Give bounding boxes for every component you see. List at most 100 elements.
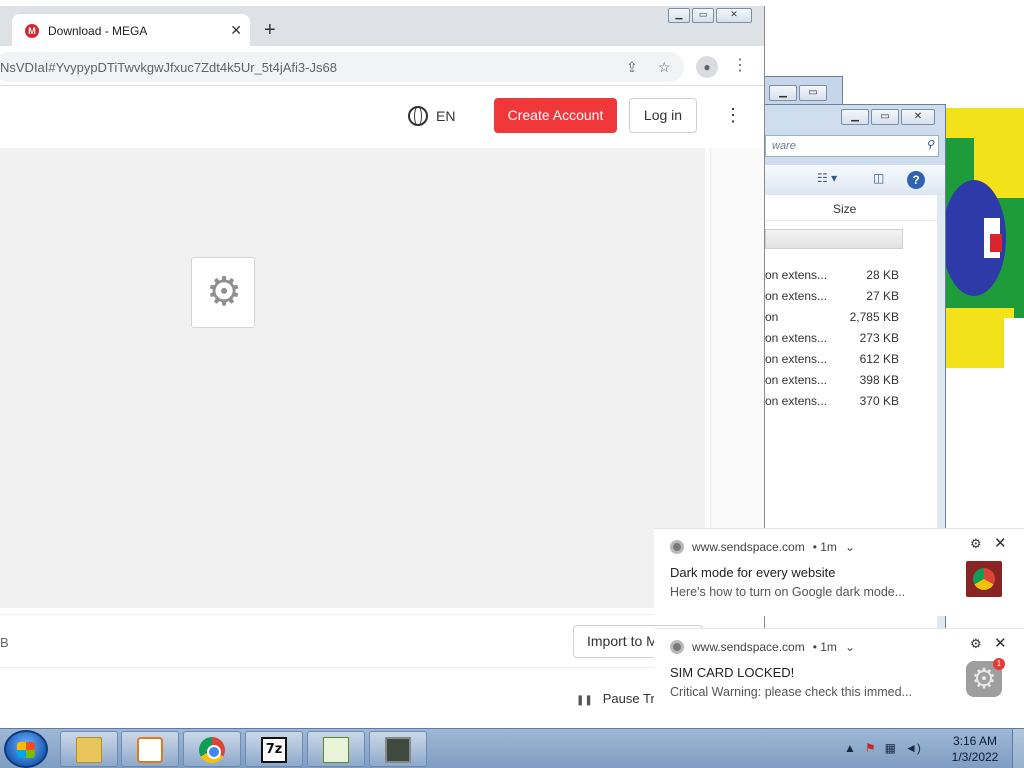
file-size: 2,785 KB [849,310,899,324]
globe-icon [408,106,428,126]
pause-transfer-button[interactable]: ❚❚ Pause Tra [576,691,662,706]
url-text: NsVDIaI#YvypypDTiTwvkgwJfxuc7Zdt4k5Ur_5t… [0,60,337,75]
chrome-window: M Download - MEGA ✕ + ▁ ▭ ✕ NsVDIaI#Yvyp… [0,6,765,716]
size-column-header[interactable]: Size [833,202,856,216]
clock-time: 3:16 AM [952,734,998,748]
notification-settings-icon[interactable]: ⚙ [970,637,982,652]
taskbar-media-player[interactable] [121,731,179,767]
minimize-button[interactable]: ▁ [841,109,869,125]
help-icon[interactable]: ? [907,171,925,189]
maximize-button[interactable]: ▭ [871,109,899,125]
group-header-bar [765,229,903,249]
taskbar: 7z ▲ ⚑ ▦ ◄) 3:16 AM 1/3/2022 [0,728,1024,768]
file-type: on extens... [765,394,828,408]
minimize-button[interactable]: ▁ [668,8,690,23]
windows-logo-icon [17,742,35,758]
column-header: Size [761,195,939,221]
notification-body: Critical Warning: please check this imme… [670,685,912,699]
chevron-down-icon[interactable]: ⌄ [845,640,855,654]
taskbar-monitor-app[interactable] [369,731,427,767]
notification-close-icon[interactable]: ✕ [994,634,1007,652]
mega-menu-icon[interactable]: ⋮ [724,104,742,126]
minimize-button[interactable]: ▁ [769,85,797,101]
new-tab-button[interactable]: + [264,20,276,40]
notification-image-settings: ⚙ 1 [966,658,1005,697]
tab-close-icon[interactable]: ✕ [230,22,242,39]
share-icon[interactable]: ⇪ [626,59,638,76]
search-icon: ⚲ [925,139,934,151]
close-button[interactable]: ✕ [901,109,935,125]
notification-source: www.sendspace.com • 1m ⌄ [670,640,855,654]
language-label: EN [436,108,456,124]
file-type: on extens... [765,352,828,366]
show-hidden-icons-icon[interactable]: ▲ [844,741,856,755]
download-bar: B Import to M [0,614,764,668]
chrome-menu-icon[interactable]: ⋮ [732,56,748,76]
file-rows: on extens... 28 KB on extens... 27 KB on 2,78… [761,265,939,412]
chevron-down-icon[interactable]: ⌄ [845,540,855,554]
view-options-icon[interactable]: ☷ ▾ [817,171,837,185]
bookmark-star-icon[interactable]: ☆ [658,59,671,76]
file-row[interactable]: on extens... 28 KB [761,265,939,286]
language-selector[interactable]: EN [408,106,455,126]
action-center-icon[interactable]: ⚑ [865,741,876,755]
preview-pane-icon[interactable]: ◫ [873,171,884,185]
mega-header: EN Create Account Log in ⋮ [0,86,764,148]
file-size: 398 KB [859,373,899,387]
notification-close-icon[interactable]: ✕ [994,534,1007,552]
file-row[interactable]: on extens... 370 KB [761,391,939,412]
chrome-icon [199,737,225,763]
pause-icon: ❚❚ [576,695,593,706]
file-type: on extens... [765,373,828,387]
file-size: 273 KB [859,331,899,345]
search-placeholder: ware [772,140,796,152]
maximize-button[interactable]: ▭ [799,85,827,101]
notepad-icon [323,737,349,763]
file-row[interactable]: on extens... 612 KB [761,349,939,370]
file-row[interactable]: on extens... 398 KB [761,370,939,391]
notification-source: www.sendspace.com • 1m ⌄ [670,540,855,554]
taskbar-7zip[interactable]: 7z [245,731,303,767]
file-size: 612 KB [859,352,899,366]
notification-sim-locked[interactable]: www.sendspace.com • 1m ⌄ ⚙ ✕ SIM CARD LO… [654,628,1024,716]
gear-icon: ⚙ [206,269,242,315]
desktop-background-art [944,108,1024,368]
restore-button[interactable]: ▭ [692,8,714,23]
mega-favicon-icon: M [25,24,39,38]
mega-page: EN Create Account Log in ⋮ ⚙ B Import to… [0,86,764,716]
notification-body: Here's how to turn on Google dark mode..… [670,585,906,599]
taskbar-explorer[interactable] [60,731,118,767]
tab-download-mega[interactable]: M Download - MEGA ✕ [12,14,250,48]
tab-strip: M Download - MEGA ✕ + ▁ ▭ ✕ [0,6,764,48]
create-account-button[interactable]: Create Account [494,98,617,133]
notification-settings-icon[interactable]: ⚙ [970,537,982,552]
source-url: www.sendspace.com [692,540,805,554]
close-button[interactable]: ✕ [716,8,752,23]
network-icon[interactable]: ▦ [885,741,896,755]
toolbar: NsVDIaI#YvypypDTiTwvkgwJfxuc7Zdt4k5Ur_5t… [0,46,764,86]
clock[interactable]: 3:16 AM 1/3/2022 [944,733,1006,765]
start-button[interactable] [4,730,48,768]
volume-icon[interactable]: ◄) [905,741,921,755]
taskbar-notepad-plus[interactable] [307,731,365,767]
notification-dark-mode[interactable]: www.sendspace.com • 1m ⌄ ⚙ ✕ Dark mode f… [654,528,1024,616]
folder-icon [76,737,102,763]
file-row[interactable]: on extens... 273 KB [761,328,939,349]
explorer-search-input[interactable]: ware ⚲ [765,135,939,157]
show-desktop-button[interactable] [1012,729,1024,768]
file-row[interactable]: on extens... 27 KB [761,286,939,307]
login-button[interactable]: Log in [629,98,697,133]
profile-avatar-icon[interactable]: ● [696,56,718,78]
seven-zip-icon: 7z [261,737,287,763]
notification-age: • 1m [812,640,837,654]
source-url: www.sendspace.com [692,640,805,654]
download-size-text: B [0,635,9,650]
taskbar-chrome[interactable] [183,731,241,767]
monitor-icon [385,737,411,763]
file-size: 28 KB [866,268,899,282]
alert-badge-icon: 1 [993,658,1005,670]
file-row[interactable]: on 2,785 KB [761,307,939,328]
file-preview-area: ⚙ [0,148,705,608]
loading-spinner: ⚙ [191,257,255,328]
address-bar[interactable]: NsVDIaI#YvypypDTiTwvkgwJfxuc7Zdt4k5Ur_5t… [0,52,684,82]
